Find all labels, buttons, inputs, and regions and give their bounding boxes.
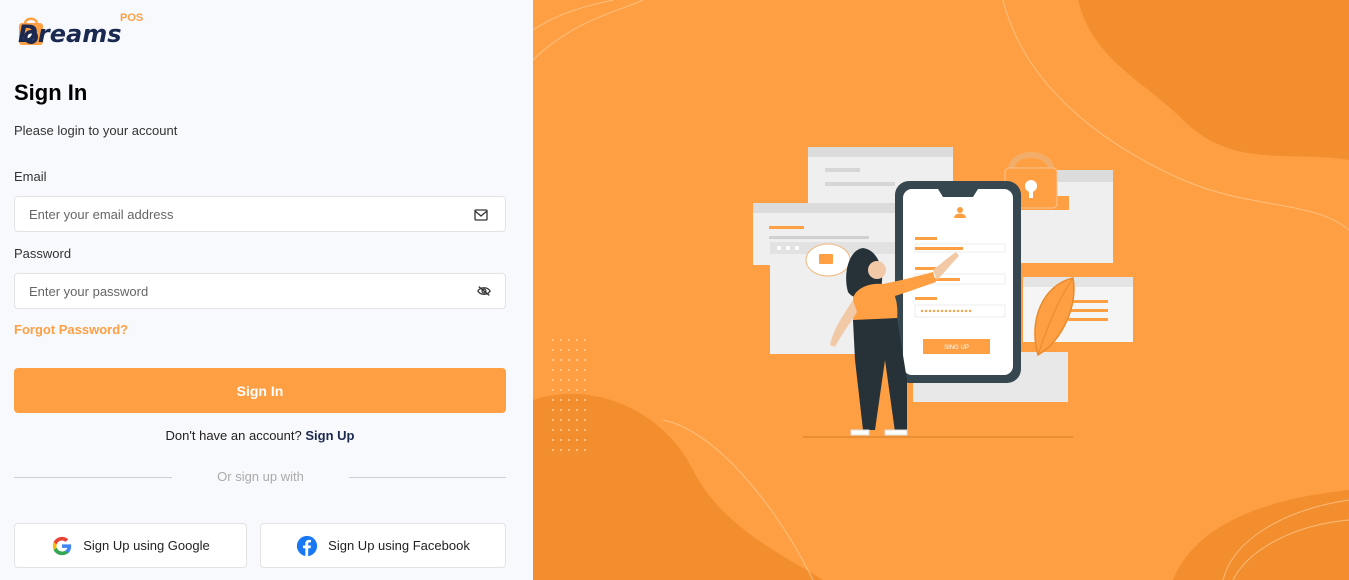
email-label: Email xyxy=(14,169,47,184)
password-input[interactable] xyxy=(15,274,455,308)
page-subtitle: Please login to your account xyxy=(14,123,178,138)
password-label: Password xyxy=(14,246,72,261)
logo-pos-label: POS xyxy=(120,12,144,24)
google-icon xyxy=(53,536,72,555)
eye-slash-icon[interactable] xyxy=(477,285,491,297)
sign-in-button[interactable]: Sign In xyxy=(14,368,506,413)
blob-bottom-left xyxy=(533,393,823,580)
illustration-panel: SING UP xyxy=(533,0,1349,580)
logo[interactable]: Dreams POS xyxy=(14,8,154,52)
divider-left xyxy=(14,477,172,478)
no-account-label: Don't have an account? xyxy=(165,428,302,443)
facebook-signup-button[interactable]: Sign Up using Facebook xyxy=(260,523,506,568)
forgot-password-link[interactable]: Forgot Password? xyxy=(14,322,128,337)
facebook-icon xyxy=(297,535,318,556)
logo-wordmark: Dreams xyxy=(18,20,122,48)
illustration-button-text: SING UP xyxy=(944,345,969,351)
no-account-text: Don't have an account? Sign Up xyxy=(0,428,520,443)
facebook-signup-label: Sign Up using Facebook xyxy=(328,538,470,553)
email-input[interactable] xyxy=(15,197,455,231)
blob-bottom-right xyxy=(1173,490,1349,580)
page-title: Sign In xyxy=(14,80,88,105)
email-field-wrapper xyxy=(14,196,506,232)
divider-right xyxy=(349,477,506,478)
sign-up-link[interactable]: Sign Up xyxy=(305,428,354,443)
login-panel: Dreams POS Sign In Please login to your … xyxy=(0,0,533,580)
blob-top-right xyxy=(1078,0,1349,160)
contour-line-2 xyxy=(533,0,644,61)
mail-icon xyxy=(474,209,488,221)
google-signup-button[interactable]: Sign Up using Google xyxy=(14,523,247,568)
google-signup-label: Sign Up using Google xyxy=(83,538,210,553)
or-sign-up-text: Or sign up with xyxy=(217,469,304,484)
password-field-wrapper xyxy=(14,273,506,309)
contour-line-3 xyxy=(533,0,614,31)
sign-up-illustration: SING UP xyxy=(533,0,1349,580)
